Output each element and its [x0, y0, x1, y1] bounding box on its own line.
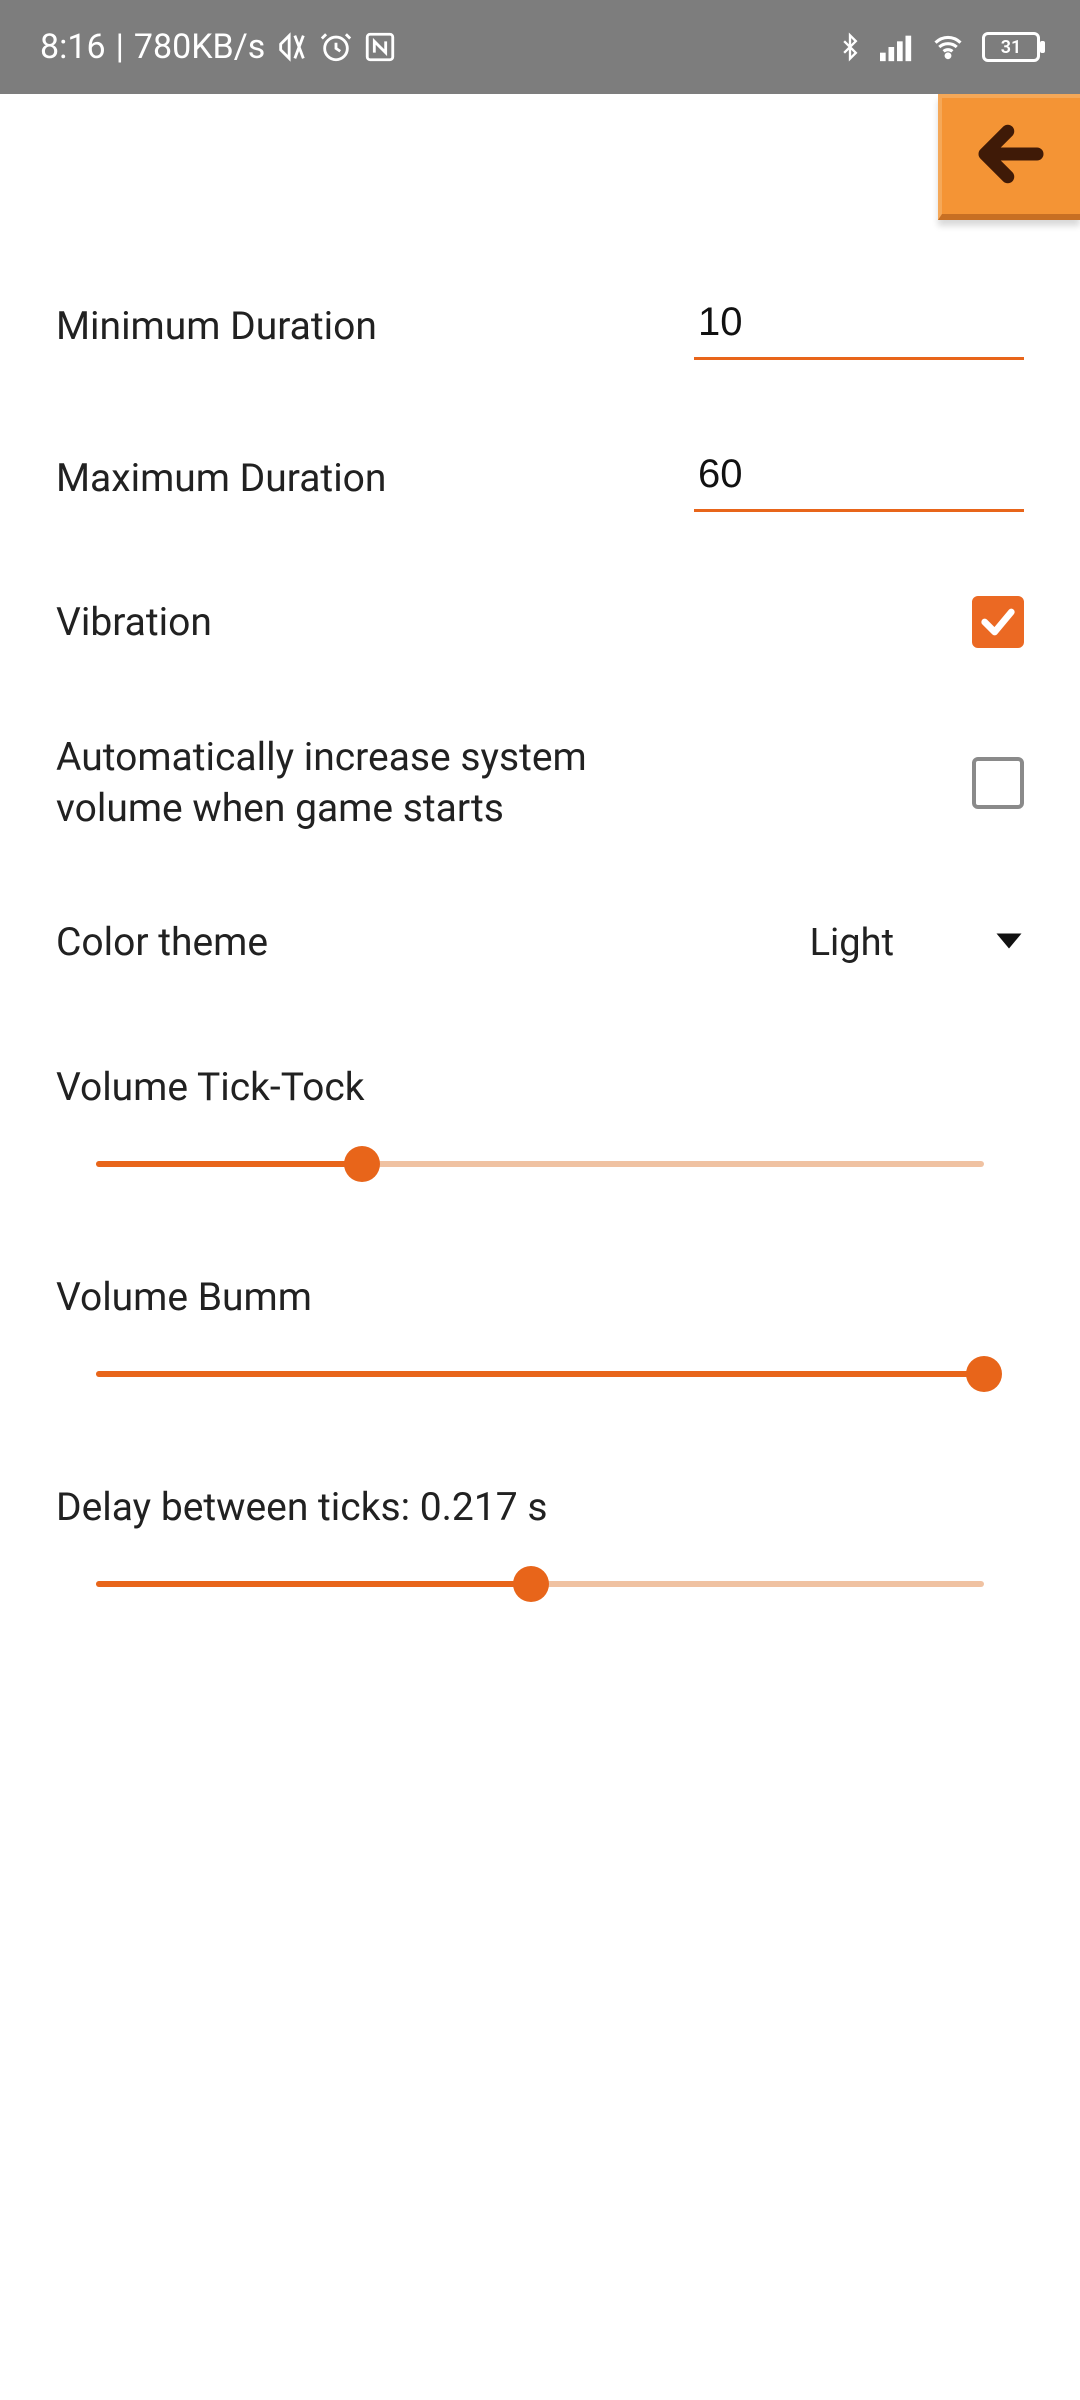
row-min-duration: Minimum Duration: [56, 250, 1024, 402]
nfc-icon: [363, 30, 397, 64]
max-duration-label: Maximum Duration: [56, 453, 689, 504]
status-bar: 8:16 | 780KB/s 31: [0, 0, 1080, 94]
row-volume-ticktock: Volume Tick-Tock: [56, 1034, 1024, 1212]
tick-delay-slider[interactable]: [96, 1566, 984, 1602]
back-button[interactable]: [938, 94, 1080, 220]
vibration-label: Vibration: [56, 597, 689, 648]
slider-fill: [96, 1581, 531, 1587]
row-tick-delay: Delay between ticks: 0.217 s: [56, 1454, 1024, 1632]
row-vibration: Vibration: [56, 554, 1024, 690]
status-separator: |: [116, 27, 124, 67]
status-network-speed: 780KB/s: [134, 27, 265, 67]
row-color-theme: Color theme Light: [56, 875, 1024, 1010]
min-duration-input[interactable]: [694, 292, 1024, 360]
slider-thumb[interactable]: [513, 1566, 549, 1602]
slider-fill: [96, 1161, 362, 1167]
max-duration-input[interactable]: [694, 444, 1024, 512]
settings-content: Minimum Duration Maximum Duration Vibrat…: [0, 220, 1080, 1632]
app-bar: [0, 94, 1080, 220]
bluetooth-icon: [836, 30, 864, 64]
battery-icon: 31: [982, 32, 1040, 62]
mute-icon: [275, 30, 309, 64]
status-time: 8:16: [40, 27, 106, 67]
row-auto-volume: Automatically increase system volume whe…: [56, 690, 1024, 875]
wifi-icon: [930, 32, 966, 62]
volume-ticktock-label: Volume Tick-Tock: [56, 1064, 1024, 1110]
volume-ticktock-slider[interactable]: [96, 1146, 984, 1182]
tick-delay-label: Delay between ticks: 0.217 s: [56, 1484, 1024, 1530]
chevron-down-icon: [994, 931, 1024, 955]
row-volume-bumm: Volume Bumm: [56, 1244, 1024, 1422]
slider-fill: [96, 1371, 984, 1377]
battery-level-text: 31: [1001, 37, 1022, 58]
volume-bumm-slider[interactable]: [96, 1356, 984, 1392]
alarm-icon: [319, 30, 353, 64]
row-max-duration: Maximum Duration: [56, 402, 1024, 554]
auto-volume-label: Automatically increase system volume whe…: [56, 732, 689, 833]
color-theme-select[interactable]: Light: [689, 921, 1024, 965]
color-theme-label: Color theme: [56, 917, 689, 968]
arrow-left-icon: [972, 115, 1050, 197]
signal-icon: [880, 32, 914, 62]
volume-bumm-label: Volume Bumm: [56, 1274, 1024, 1320]
min-duration-label: Minimum Duration: [56, 301, 689, 352]
color-theme-value: Light: [810, 921, 894, 965]
auto-volume-checkbox[interactable]: [972, 757, 1024, 809]
slider-thumb[interactable]: [966, 1356, 1002, 1392]
vibration-checkbox[interactable]: [972, 596, 1024, 648]
slider-thumb[interactable]: [344, 1146, 380, 1182]
